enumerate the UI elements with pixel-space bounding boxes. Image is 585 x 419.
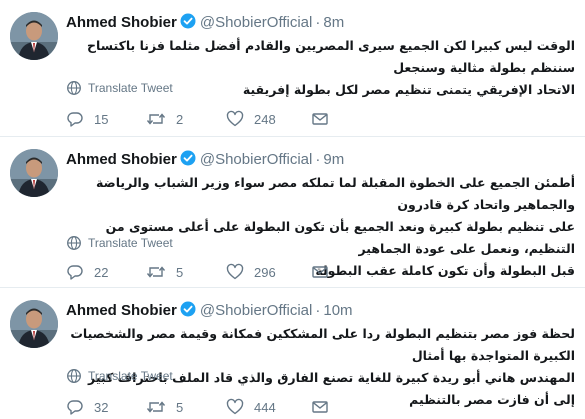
- retweet-button[interactable]: 5: [146, 263, 183, 283]
- tweet-feed: Ahmed Shobier @ShobierOfficial · 8m الوقت ل…: [0, 0, 585, 419]
- globe-icon: [67, 236, 81, 250]
- like-button[interactable]: 296: [226, 263, 276, 283]
- tweet[interactable]: Ahmed Shobier @ShobierOfficial · 9m أطمئن ا…: [0, 137, 585, 288]
- author-name[interactable]: Ahmed Shobier: [66, 14, 177, 31]
- heart-icon: [226, 263, 244, 280]
- direct-message-button[interactable]: [311, 263, 339, 283]
- globe-icon: [67, 369, 81, 383]
- direct-message-button[interactable]: [311, 110, 339, 130]
- timestamp[interactable]: 10m: [323, 302, 352, 319]
- envelope-icon: [312, 113, 328, 125]
- like-count: 248: [254, 112, 276, 127]
- reply-count: 32: [94, 400, 109, 415]
- tweet-text-line: الوقت ليس كبيرا لكن الجميع سيرى المصريين…: [87, 38, 575, 75]
- verified-badge-icon: [180, 13, 196, 29]
- retweet-button[interactable]: 2: [146, 110, 183, 130]
- tweet-actions: 22 5 296: [66, 263, 366, 283]
- tweet-header: Ahmed Shobier @ShobierOfficial · 10m: [66, 301, 575, 321]
- verified-badge-icon: [180, 150, 196, 166]
- like-count: 444: [254, 400, 276, 415]
- verified-badge-icon: [180, 301, 196, 317]
- direct-message-button[interactable]: [311, 398, 339, 418]
- avatar[interactable]: [10, 300, 58, 348]
- author-name[interactable]: Ahmed Shobier: [66, 151, 177, 168]
- reply-count: 15: [94, 112, 109, 127]
- globe-icon: [67, 81, 81, 95]
- tweet-header: Ahmed Shobier @ShobierOfficial · 9m: [66, 150, 575, 170]
- translate-label: Translate Tweet: [88, 369, 173, 383]
- author-handle[interactable]: @ShobierOfficial: [200, 151, 313, 168]
- timestamp[interactable]: 9m: [323, 151, 344, 168]
- timestamp[interactable]: 8m: [323, 14, 344, 31]
- reply-button[interactable]: 32: [66, 398, 108, 418]
- translate-label: Translate Tweet: [88, 81, 173, 95]
- envelope-icon: [312, 266, 328, 278]
- reply-count: 22: [94, 265, 109, 280]
- heart-icon: [226, 110, 244, 127]
- separator: ·: [315, 151, 321, 168]
- tweet-text-line: لحظة فوز مصر بتنظيم البطولة ردا على المش…: [70, 326, 575, 363]
- separator: ·: [315, 302, 321, 319]
- heart-icon: [226, 398, 244, 415]
- retweet-icon: [146, 113, 166, 125]
- reply-icon: [67, 265, 83, 280]
- like-button[interactable]: 248: [226, 110, 276, 130]
- tweet-actions: 32 5 444: [66, 398, 366, 418]
- translate-tweet-link[interactable]: Translate Tweet: [66, 368, 173, 384]
- tweet-header: Ahmed Shobier @ShobierOfficial · 8m: [66, 13, 575, 33]
- avatar[interactable]: [10, 12, 58, 60]
- reply-icon: [67, 400, 83, 415]
- retweet-count: 5: [176, 265, 184, 280]
- retweet-count: 5: [176, 400, 184, 415]
- tweet-actions: 15 2 248: [66, 110, 366, 130]
- retweet-icon: [146, 401, 166, 413]
- retweet-icon: [146, 266, 166, 278]
- author-handle[interactable]: @ShobierOfficial: [200, 14, 313, 31]
- like-count: 296: [254, 265, 276, 280]
- retweet-button[interactable]: 5: [146, 398, 183, 418]
- author-name[interactable]: Ahmed Shobier: [66, 302, 177, 319]
- translate-tweet-link[interactable]: Translate Tweet: [66, 235, 173, 251]
- tweet[interactable]: Ahmed Shobier @ShobierOfficial · 8m الوقت ل…: [0, 0, 585, 137]
- translate-tweet-link[interactable]: Translate Tweet: [66, 80, 173, 96]
- reply-button[interactable]: 15: [66, 110, 108, 130]
- reply-icon: [67, 112, 83, 127]
- translate-label: Translate Tweet: [88, 236, 173, 250]
- separator: ·: [315, 14, 321, 31]
- avatar[interactable]: [10, 149, 58, 197]
- retweet-count: 2: [176, 112, 184, 127]
- author-handle[interactable]: @ShobierOfficial: [200, 302, 313, 319]
- tweet-text-line: أطمئن الجميع على الخطوة المقبلة لما تملك…: [96, 175, 575, 212]
- like-button[interactable]: 444: [226, 398, 276, 418]
- reply-button[interactable]: 22: [66, 263, 108, 283]
- envelope-icon: [312, 401, 328, 413]
- tweet[interactable]: Ahmed Shobier @ShobierOfficial · 10m لحظة ف…: [0, 288, 585, 419]
